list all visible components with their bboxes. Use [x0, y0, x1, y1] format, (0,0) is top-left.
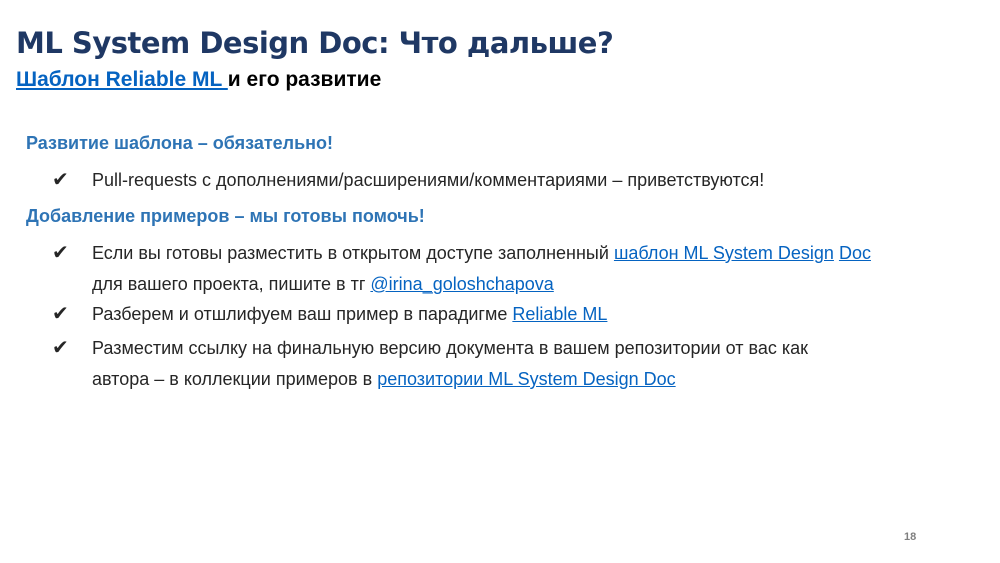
subtitle-rest: и его развитие [227, 68, 382, 91]
reliable-ml-link[interactable]: Reliable ML [512, 304, 607, 324]
repository-link[interactable]: репозитории ML System Design Doc [377, 369, 675, 389]
checkmark-icon: ✔ [52, 242, 69, 264]
bullet-text: Если вы готовы разместить в открытом дос… [92, 243, 871, 294]
slide-subtitle: Шаблон Reliable ML и его развитие [16, 68, 381, 92]
slide: ML System Design Doc: Что дальше? Шаблон… [0, 0, 1000, 563]
section-heading-template-development: Развитие шаблона – обязательно! [26, 133, 334, 153]
checkmark-icon: ✔ [52, 303, 69, 325]
doc-link[interactable]: Doc [839, 243, 871, 263]
bullet-text: Разберем и отшлифуем ваш пример в паради… [92, 304, 608, 324]
page-number: 18 [904, 531, 917, 543]
reliable-ml-template-link[interactable]: Шаблон Reliable ML [16, 68, 228, 91]
bullet-text: Разместим ссылку на финальную версию док… [92, 338, 809, 389]
section-heading-adding-examples: Добавление примеров – мы готовы помочь! [26, 206, 425, 226]
slide-title: ML System Design Doc: Что дальше? [16, 26, 614, 60]
checkmark-icon: ✔ [52, 337, 69, 359]
bullet-text: Pull-requests с дополнениями/расширениям… [92, 170, 765, 190]
template-ml-system-design-link[interactable]: шаблон ML System Design [614, 243, 834, 263]
checkmark-icon: ✔ [52, 169, 69, 191]
telegram-contact-link[interactable]: @irina_goloshchapova [370, 274, 553, 294]
